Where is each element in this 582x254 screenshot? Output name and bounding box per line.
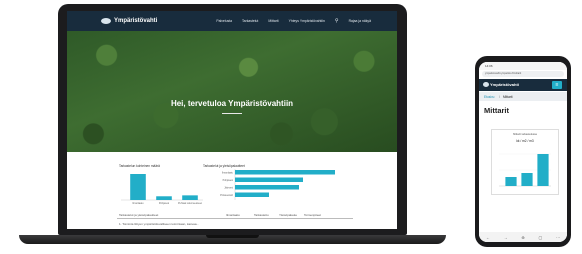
page-title: Mittarit xyxy=(484,106,509,115)
phone-chart-subtitle: kk / m2 / m3 xyxy=(516,139,534,143)
phone-status-bar: 14:06 xyxy=(479,62,567,70)
laptop-screen: Ympäristövahti Palvelusta Tarkastelut Mi… xyxy=(67,11,397,229)
breadcrumb-separator: / xyxy=(499,95,500,99)
right-chart-tick-label: Pohjavesi xyxy=(223,179,234,182)
search-icon[interactable]: ⚲ xyxy=(335,18,339,24)
right-chart-tick-label: Jätevesi xyxy=(224,186,233,189)
phone-browser-toolbar: ← → ⊕ ▢ ⋯ xyxy=(479,232,567,242)
right-chart-bar xyxy=(235,192,269,197)
nav-links: Palvelusta Tarkastelut Mittarit Yhteys Y… xyxy=(206,18,371,24)
left-chart-tick-label: Pohjavesi xyxy=(159,202,170,205)
phone-chart-bar xyxy=(537,154,549,186)
logo-text: Ympäristövahti xyxy=(114,18,158,24)
right-chart-tick-label: Ilmanlaatu xyxy=(222,171,234,174)
logo-icon xyxy=(101,18,111,24)
add-tab-icon[interactable]: ⊕ xyxy=(521,235,524,240)
right-bar-chart: Ilmanlaatu Pohjavesi Jätevesi Pintavesistö xyxy=(220,169,335,200)
breadcrumb: Etusivu / Mittarit xyxy=(479,92,567,101)
table-col-2: Tarkastettu xyxy=(254,213,269,217)
nav-link-rajaa[interactable]: Rajaa ja näkyä xyxy=(349,19,371,23)
phone-chart-bar xyxy=(521,173,533,186)
phone-screen: 14:06 ymparistovahti.ymparisto.fi/mittar… xyxy=(479,62,567,242)
table-col-1: Ilmanlaatu xyxy=(226,213,240,217)
nav-link-yhteys[interactable]: Yhteys Ympäristövahtiin xyxy=(289,19,325,23)
right-chart-tick-label: Pintavesistö xyxy=(220,194,234,197)
breadcrumb-current: Mittarit xyxy=(503,95,513,99)
left-chart-tick-label: Puhtaat valuma-alueet xyxy=(178,202,202,205)
site-navbar: Ympäristövahti Palvelusta Tarkastelut Mi… xyxy=(67,11,397,31)
phone-logo-icon xyxy=(483,82,489,87)
phone-logo-text[interactable]: Ympäristövahti xyxy=(490,82,519,87)
laptop-notch xyxy=(206,235,259,238)
left-chart-bar xyxy=(156,196,172,200)
nav-link-tarkastelut[interactable]: Tarkastelut xyxy=(242,19,258,23)
tabs-icon[interactable]: ▢ xyxy=(539,235,543,240)
nav-link-palvelusta[interactable]: Palvelusta xyxy=(216,19,232,23)
table-col-4: Toimenpiteet xyxy=(304,213,322,217)
phone-chart-bar xyxy=(505,177,517,186)
hero-banner: Hei, tervetuloa Ympäristövahtiin xyxy=(67,31,397,152)
right-chart-bar xyxy=(235,177,303,182)
dashboard-content: Tarkastelun kohteinen määrä Ilmanlaatu Po… xyxy=(67,152,397,229)
table-caption: Tarkastelut ja yleisöpalautteet xyxy=(119,213,159,217)
left-bar-chart: Ilmanlaatu Pohjavesi Puhtaat valuma-alueet xyxy=(121,174,203,205)
phone-navbar: Ympäristövahti ≡ xyxy=(479,79,567,91)
hamburger-icon[interactable]: ≡ xyxy=(552,81,562,89)
phone-bar-chart xyxy=(499,153,551,187)
right-chart-title: Tarkastelut ja yleisöpalautteet xyxy=(203,164,245,168)
nav-link-mittarit[interactable]: Mittarit xyxy=(268,19,278,23)
table-row[interactable]: 1. Toiminta liittyen ympäristöluvallisee… xyxy=(119,222,199,226)
left-chart-bar xyxy=(182,195,198,200)
phone-time: 14:06 xyxy=(485,64,493,68)
hero-divider xyxy=(222,113,242,114)
right-chart-bar xyxy=(235,170,335,175)
table-col-3: Yleisöpalaute xyxy=(279,213,298,217)
left-chart-tick-label: Ilmanlaatu xyxy=(132,202,144,205)
more-icon[interactable]: ⋯ xyxy=(556,235,560,240)
forward-icon[interactable]: → xyxy=(504,235,508,240)
hero-title: Hei, tervetuloa Ympäristövahtiin xyxy=(170,99,294,108)
phone-chart-card: Mittarit tarkastelussa kk / m2 / m3 xyxy=(491,129,559,195)
left-chart-bar xyxy=(130,174,146,200)
phone-chart-title: Mittarit tarkastelussa xyxy=(513,133,537,136)
table-divider xyxy=(117,218,353,219)
breadcrumb-home[interactable]: Etusivu xyxy=(484,95,494,99)
phone-url-bar[interactable]: ymparistovahti.ymparisto.fi/mittarit xyxy=(482,71,564,77)
site-logo[interactable]: Ympäristövahti xyxy=(101,18,157,24)
back-icon[interactable]: ← xyxy=(486,235,490,240)
right-chart-bar xyxy=(235,185,299,190)
